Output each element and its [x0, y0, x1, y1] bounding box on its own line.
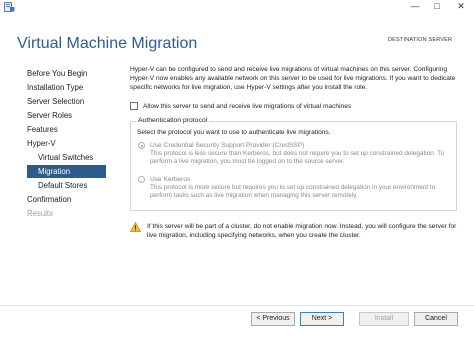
close-button[interactable]: ✕	[448, 0, 474, 13]
cancel-button[interactable]: Cancel	[414, 312, 458, 326]
cluster-warning: If this server will be part of a cluster…	[130, 222, 460, 240]
kerberos-option: Use Kerberos This protocol is more secur…	[138, 175, 454, 201]
minimize-button[interactable]: —	[404, 0, 426, 13]
allow-migration-checkbox[interactable]	[130, 102, 138, 110]
auth-protocol-legend: Authentication protocol	[136, 117, 210, 124]
title-bar: — □ ✕	[0, 0, 474, 14]
credssp-label: Use Credential Security Support Provider…	[150, 142, 305, 149]
maximize-button[interactable]: □	[426, 0, 448, 13]
nav-item-default-stores[interactable]: Default Stores	[0, 179, 106, 192]
auth-protocol-group: Authentication protocol Select the proto…	[130, 117, 457, 211]
server-manager-icon	[4, 2, 15, 12]
allow-migration-row[interactable]: Allow this server to send and receive li…	[130, 101, 351, 111]
nav-item-before-you-begin[interactable]: Before You Begin	[0, 67, 106, 80]
nav-item-features[interactable]: Features	[0, 123, 106, 136]
credssp-description: This protocol is less secure than Kerber…	[150, 150, 445, 166]
warning-text: If this server will be part of a cluster…	[147, 223, 457, 239]
kerberos-description: This protocol is more secure but require…	[150, 184, 436, 200]
nav-item-server-roles[interactable]: Server Roles	[0, 109, 106, 122]
nav-item-hyper-v[interactable]: Hyper-V	[0, 137, 106, 150]
nav-item-migration[interactable]: Migration	[27, 165, 106, 178]
destination-server-label: DESTINATION SERVER	[388, 37, 453, 43]
nav-item-installation-type[interactable]: Installation Type	[0, 81, 106, 94]
footer-divider	[0, 305, 474, 306]
auth-instruction: Select the protocol you want to use to a…	[137, 129, 331, 136]
credssp-radio	[138, 142, 145, 149]
install-button: Install	[359, 312, 409, 326]
kerberos-radio	[138, 176, 145, 183]
nav-item-server-selection[interactable]: Server Selection	[0, 95, 106, 108]
next-button[interactable]: Next >	[300, 312, 344, 326]
intro-text: Hyper-V can be configured to send and re…	[130, 66, 456, 91]
credssp-option: Use Credential Security Support Provider…	[138, 141, 454, 167]
warning-icon	[130, 222, 141, 232]
allow-migration-label[interactable]: Allow this server to send and receive li…	[143, 103, 351, 110]
page-title: Virtual Machine Migration	[17, 35, 198, 52]
previous-button[interactable]: < Previous	[251, 312, 295, 326]
kerberos-label: Use Kerberos	[150, 176, 191, 183]
nav-item-confirmation[interactable]: Confirmation	[0, 193, 106, 206]
nav-item-virtual-switches[interactable]: Virtual Switches	[0, 151, 106, 164]
nav-item-results: Results	[27, 209, 53, 218]
